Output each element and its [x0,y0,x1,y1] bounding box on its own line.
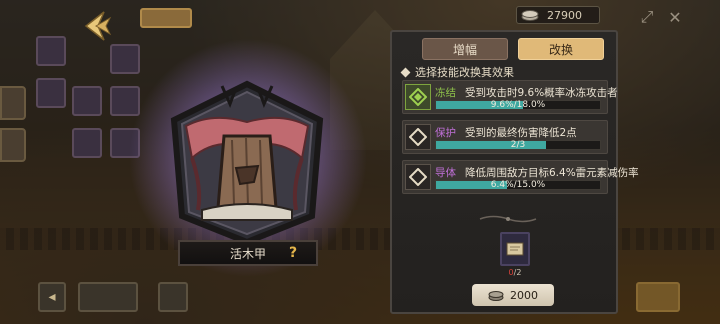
effect-progress-bar: 6.4%/15.0% [435,180,601,190]
effect-description: 受到的最终伤害降低2点 [465,127,577,139]
material-need: /2 [513,268,522,277]
bottom-action-slot[interactable]: ◂ [38,282,66,312]
currency-display: 27900 [516,6,600,24]
inventory-slot[interactable] [72,128,102,158]
help-icon[interactable]: ? [284,244,302,262]
scroll-icon [506,242,524,256]
effect-progress-text: 9.6%/18.0% [490,100,546,110]
back-arrow-icon[interactable] [82,8,112,44]
effect-name: 冻结 [435,87,456,99]
effect-description: 降低周围敌方目标6.4%雷元素减伤率 [465,167,639,179]
character-portrait: 活木甲 ? [128,38,368,278]
tab-upgrade[interactable]: 增幅 [422,38,508,60]
material-slot[interactable] [500,232,530,266]
effect-progress-text: 2/3 [510,140,526,150]
effect-name: 导体 [435,167,456,179]
confirm-corner-button[interactable] [636,282,680,312]
diamond-bullet-icon [400,67,411,77]
coin-stack-icon [488,290,504,301]
close-icon[interactable]: ✕ [664,6,686,28]
inventory-slot[interactable] [140,8,192,28]
cost-amount: 2000 [510,288,538,302]
diamond-rune-icon [405,124,431,150]
ornament-divider-icon [479,215,537,223]
currency-amount: 27900 [547,8,582,22]
bottom-action-slot[interactable] [78,282,138,312]
change-cost-button[interactable]: 2000 [472,284,554,306]
expand-icon[interactable]: ⤢ [636,6,658,28]
material-count: 0/2 [500,268,530,277]
effect-name: 保护 [435,127,456,139]
side-tab[interactable] [0,128,26,162]
effect-progress-bar: 9.6%/18.0% [435,100,601,110]
effect-option-conductor[interactable]: 导体 降低周围敌方目标6.4%雷元素减伤率 6.4%/15.0% [402,160,639,194]
tab-change[interactable]: 改换 [518,38,604,60]
effect-progress-bar: 2/3 [435,140,601,150]
armor-portrait-icon [170,80,324,246]
effect-description: 受到攻击时9.6%概率冰冻攻击者 [465,87,618,99]
panel-title: 选择技能改换其效果 [400,64,514,80]
coin-stack-icon [521,10,539,21]
side-tab[interactable] [0,86,26,120]
inventory-slot[interactable] [72,86,102,116]
effect-option-protect[interactable]: 保护 受到的最终伤害降低2点 2/3 [402,120,608,154]
effect-option-freeze[interactable]: 冻结 受到攻击时9.6%概率冰冻攻击者 9.6%/18.0% [402,80,618,114]
inventory-slot[interactable] [36,36,66,66]
inventory-slot[interactable] [36,78,66,108]
bottom-action-slot[interactable] [158,282,188,312]
diamond-rune-icon [405,164,431,190]
panel-title-text: 选择技能改换其效果 [415,66,514,79]
effect-progress-text: 6.4%/15.0% [490,180,546,190]
skill-change-panel: 增幅 改换 选择技能改换其效果 冻结 受到攻击时9.6%概率冰冻攻击者 9.6%… [390,30,639,314]
diamond-rune-icon [405,84,431,110]
